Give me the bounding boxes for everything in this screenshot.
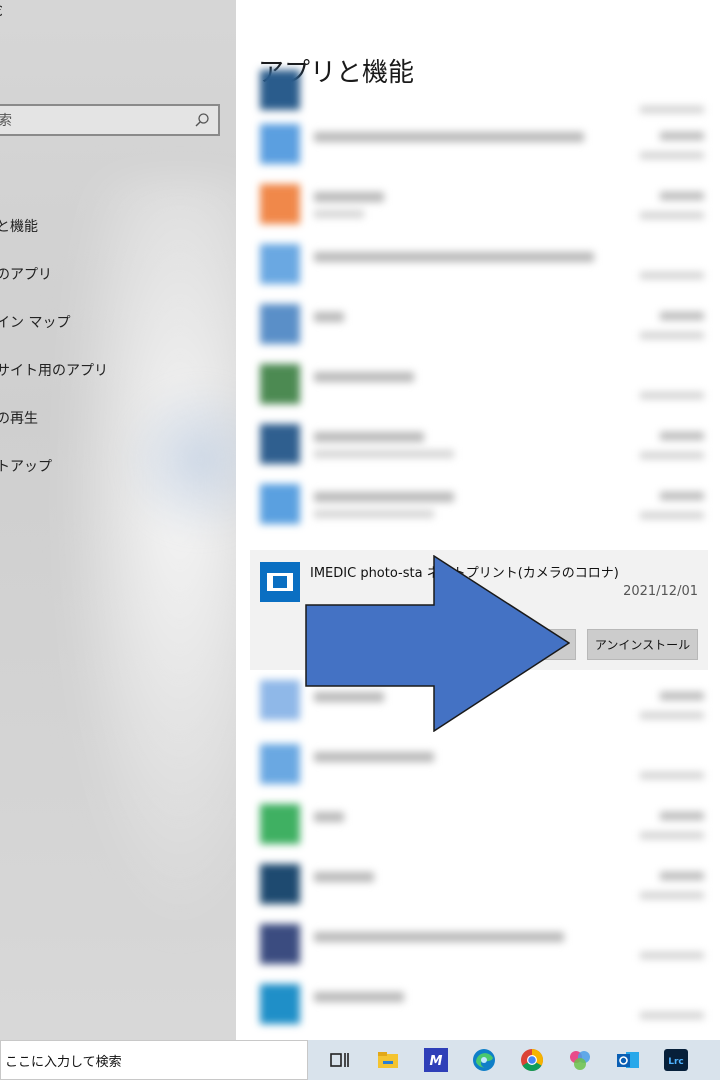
search-icon[interactable] bbox=[194, 112, 210, 128]
list-item[interactable] bbox=[250, 792, 720, 852]
screen: € 索 と機能 のアプリ イン マップ サイト用のアプリ の再生 トアップ アプ… bbox=[0, 0, 720, 1080]
taskbar: ここに入力して検索 M Lrc bbox=[0, 1040, 720, 1080]
nav-item-apps-features[interactable]: と機能 bbox=[0, 216, 38, 236]
apps-features-pane: アプリと機能 IMEDIC photo-sta ネットプリント(カメラのコロナ)… bbox=[236, 0, 720, 1040]
settings-search-input[interactable]: 索 bbox=[0, 104, 220, 136]
list-item[interactable] bbox=[250, 70, 720, 113]
settings-left-pane: € 索 と機能 のアプリ イン マップ サイト用のアプリ の再生 トアップ bbox=[0, 0, 236, 1040]
task-view-icon[interactable] bbox=[316, 1040, 364, 1080]
photos-icon[interactable] bbox=[556, 1040, 604, 1080]
app-list-blurred-top bbox=[250, 70, 720, 544]
nav-item-startup[interactable]: トアップ bbox=[0, 456, 52, 476]
list-item[interactable] bbox=[250, 112, 720, 172]
settings-search-placeholder: 索 bbox=[0, 113, 12, 129]
app-icon bbox=[260, 804, 300, 844]
app-icon bbox=[260, 244, 300, 284]
app-icon bbox=[260, 70, 300, 110]
list-item[interactable] bbox=[250, 292, 720, 352]
app-icon bbox=[260, 744, 300, 784]
list-item[interactable] bbox=[250, 912, 720, 972]
app-icon bbox=[260, 304, 300, 344]
nav-item-default-apps[interactable]: のアプリ bbox=[0, 264, 52, 284]
list-item[interactable] bbox=[250, 472, 720, 532]
app-ma-icon[interactable]: M bbox=[412, 1040, 460, 1080]
app-icon bbox=[260, 864, 300, 904]
list-item[interactable] bbox=[250, 172, 720, 232]
background-glow bbox=[60, 180, 236, 940]
nav-item-website-apps[interactable]: サイト用のアプリ bbox=[0, 360, 108, 380]
list-item[interactable] bbox=[250, 352, 720, 412]
background-glow-blue bbox=[120, 380, 236, 540]
edge-icon[interactable] bbox=[460, 1040, 508, 1080]
app-icon bbox=[260, 924, 300, 964]
imedic-app-icon bbox=[260, 562, 300, 602]
taskbar-pinned-icons: M Lrc bbox=[316, 1040, 700, 1080]
svg-text:Lrc: Lrc bbox=[668, 1057, 684, 1067]
film-icon bbox=[267, 573, 293, 591]
app-icon bbox=[260, 364, 300, 404]
list-item[interactable] bbox=[250, 972, 720, 1032]
chrome-icon[interactable] bbox=[508, 1040, 556, 1080]
lightroom-icon[interactable]: Lrc bbox=[652, 1040, 700, 1080]
nav-item-offline-maps[interactable]: イン マップ bbox=[0, 312, 70, 332]
app-icon bbox=[260, 484, 300, 524]
file-explorer-icon[interactable] bbox=[364, 1040, 412, 1080]
blue-arrow-annotation bbox=[305, 555, 570, 732]
left-pane-title-fragment: € bbox=[0, 4, 3, 20]
selected-app-date: 2021/12/01 bbox=[623, 584, 698, 599]
taskbar-search-input[interactable]: ここに入力して検索 bbox=[0, 1040, 308, 1080]
list-item[interactable] bbox=[250, 732, 720, 792]
list-item[interactable] bbox=[250, 232, 720, 292]
app-icon bbox=[260, 680, 300, 720]
list-item[interactable] bbox=[250, 852, 720, 912]
list-item[interactable] bbox=[250, 412, 720, 472]
app-icon bbox=[260, 184, 300, 224]
app-icon bbox=[260, 124, 300, 164]
app-icon bbox=[260, 424, 300, 464]
app-icon bbox=[260, 984, 300, 1024]
nav-item-video-playback[interactable]: の再生 bbox=[0, 408, 38, 428]
outlook-icon[interactable] bbox=[604, 1040, 652, 1080]
uninstall-button[interactable]: アンインストール bbox=[587, 629, 698, 660]
svg-text:M: M bbox=[430, 1054, 443, 1069]
